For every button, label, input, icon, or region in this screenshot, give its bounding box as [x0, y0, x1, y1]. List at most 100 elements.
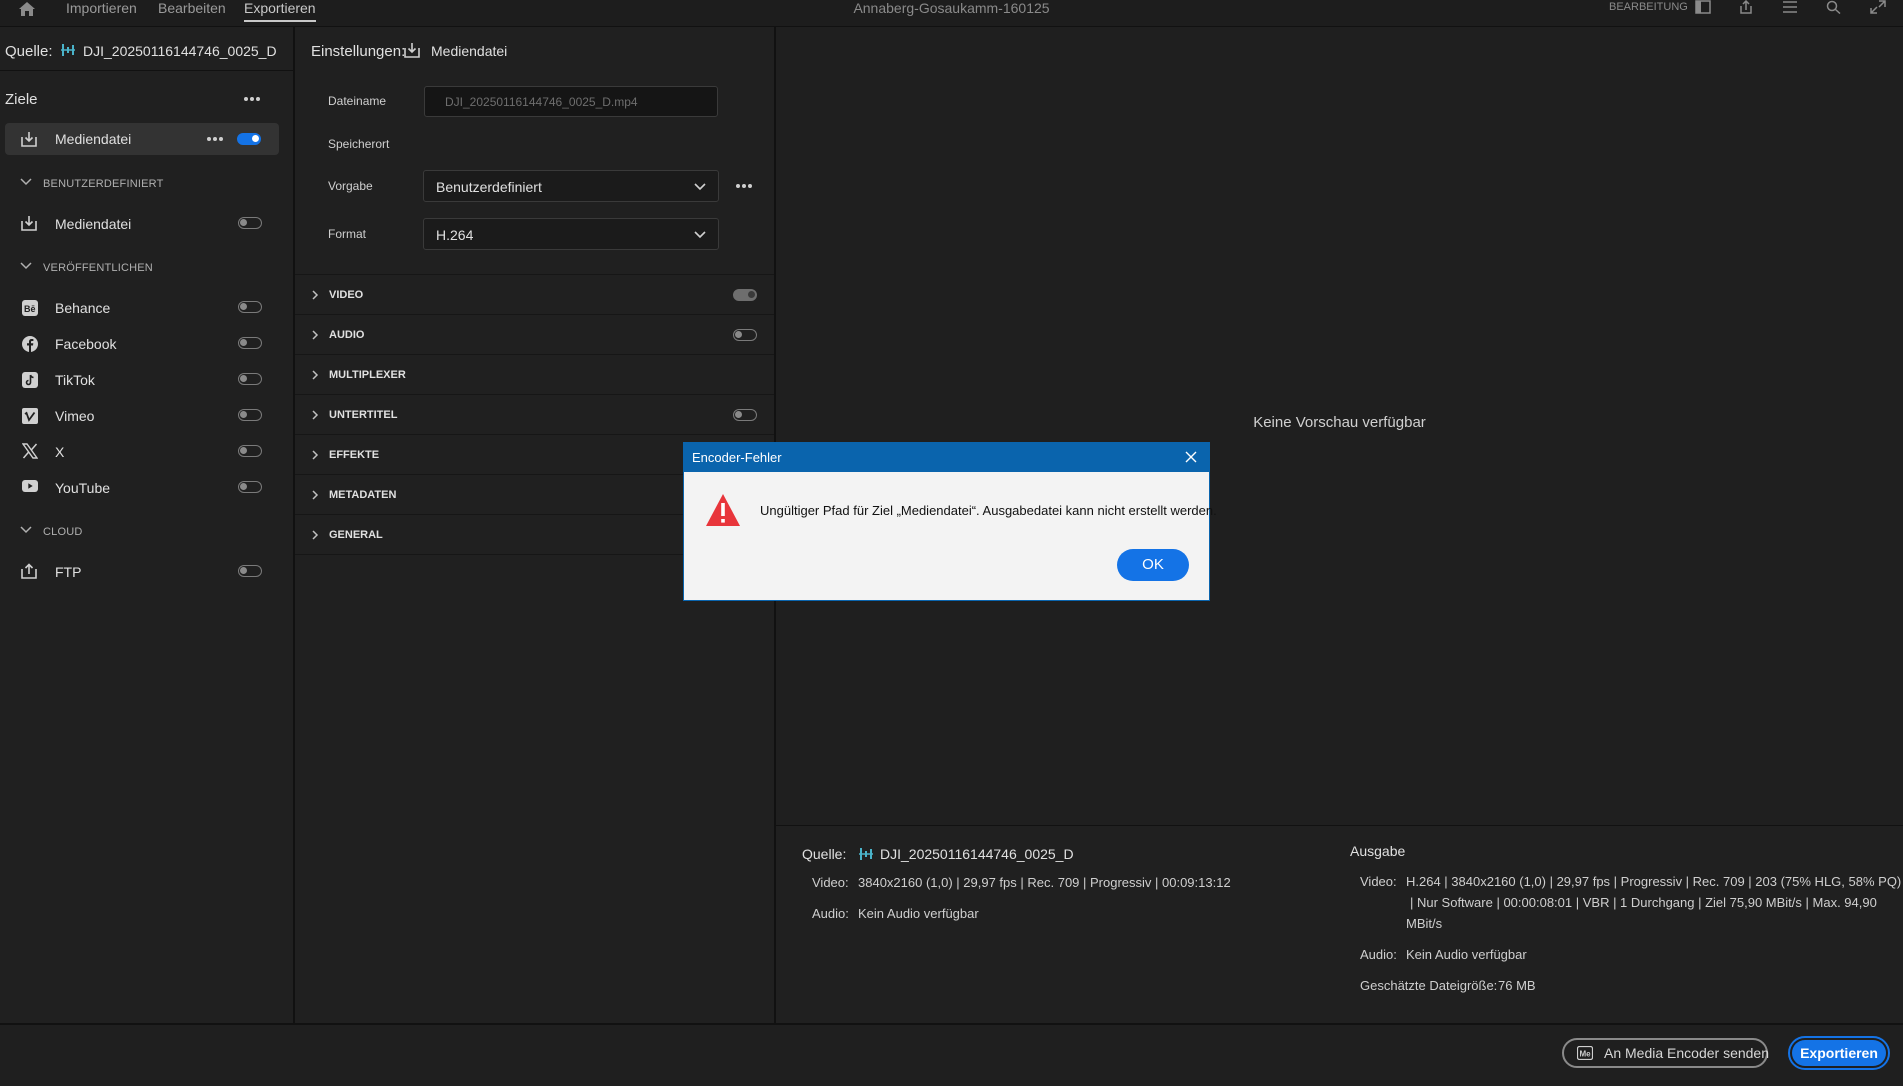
dialog-titlebar: Encoder-Fehler [684, 443, 1209, 472]
media-encoder-icon: Me [1577, 1046, 1593, 1060]
chevron-down-icon[interactable] [20, 262, 32, 272]
summary-source-video-label: Video: [812, 875, 849, 890]
encoder-error-dialog: Encoder-Fehler Ungültiger Pfad für Ziel … [683, 442, 1217, 601]
home-icon[interactable] [17, 0, 37, 16]
preview-area: Keine Vorschau verfügbar [776, 27, 1903, 825]
target-ftp-toggle[interactable] [238, 565, 262, 577]
active-target-toggle[interactable] [237, 133, 261, 145]
search-icon[interactable] [1826, 0, 1844, 16]
workspace-label[interactable]: BEARBEITUNG [1609, 1, 1688, 13]
footer-bar: Me An Media Encoder senden Exportieren [0, 1023, 1903, 1086]
filename-value: DJI_20250116144746_0025_D.mp4 [445, 95, 638, 109]
accordion-video-label: VIDEO [329, 289, 364, 301]
facebook-icon [22, 336, 38, 352]
dialog-title: Encoder-Fehler [692, 450, 782, 465]
ok-button[interactable]: OK [1117, 549, 1189, 581]
chevron-down-icon [694, 231, 706, 239]
untertitel-toggle[interactable] [733, 409, 757, 421]
sequence-icon [858, 846, 874, 862]
accordion-general-label: GENERAL [329, 529, 383, 541]
chevron-right-icon [311, 530, 319, 540]
tab-bearbeiten[interactable]: Bearbeiten [158, 0, 226, 26]
chevron-down-icon[interactable] [20, 178, 32, 188]
accordion-untertitel[interactable]: UNTERTITEL [295, 395, 774, 435]
accordion-multiplexer[interactable]: MULTIPLEXER [295, 355, 774, 395]
filename-field[interactable]: DJI_20250116144746_0025_D.mp4 [424, 86, 718, 117]
summary-size-value: 76 MB [1498, 978, 1536, 993]
filename-label: Dateiname [328, 94, 387, 108]
location-label: Speicherort [328, 137, 390, 151]
summary-source-audio-label: Audio: [812, 906, 849, 921]
target-facebook-toggle[interactable] [238, 337, 262, 349]
target-behance-toggle[interactable] [238, 301, 262, 313]
chevron-right-icon [311, 410, 319, 420]
download-icon [20, 215, 38, 231]
target-vimeo[interactable]: Vimeo [55, 408, 94, 424]
vimeo-icon [22, 408, 38, 424]
section-benutzerdefiniert[interactable]: BENUTZERDEFINIERT [43, 178, 164, 190]
preset-select[interactable]: Benutzerdefiniert [423, 170, 719, 202]
chevron-right-icon [311, 290, 319, 300]
format-label: Format [328, 227, 367, 241]
accordion-audio[interactable]: AUDIO [295, 315, 774, 355]
target-behance[interactable]: Behance [55, 300, 110, 316]
target-x-toggle[interactable] [238, 445, 262, 457]
tab-importieren[interactable]: Importieren [66, 0, 137, 26]
export-button-label: Exportieren [1792, 1040, 1886, 1066]
target-facebook[interactable]: Facebook [55, 336, 116, 352]
chevron-down-icon [694, 183, 706, 191]
download-icon [20, 131, 38, 147]
behance-icon: Bē [22, 300, 38, 316]
send-to-media-encoder-button[interactable]: Me An Media Encoder senden [1562, 1038, 1769, 1068]
summary-size-label: Geschätzte Dateigröße: [1360, 978, 1498, 993]
chevron-right-icon [311, 370, 319, 380]
audio-toggle[interactable] [733, 329, 757, 341]
section-cloud[interactable]: CLOUD [43, 526, 83, 538]
panel-icon[interactable] [1695, 0, 1713, 16]
target-tiktok-toggle[interactable] [238, 373, 262, 385]
close-icon[interactable] [1184, 450, 1198, 464]
summary-source-label: Quelle: [802, 846, 847, 862]
accordion-video[interactable]: VIDEO [295, 275, 774, 315]
accordion-metadaten-label: METADATEN [329, 489, 397, 501]
x-icon [22, 443, 38, 459]
target-ftp[interactable]: FTP [55, 564, 81, 580]
send-to-media-encoder-label: An Media Encoder senden [1604, 1045, 1769, 1061]
menu-icon[interactable] [1782, 0, 1800, 16]
svg-text:Bē: Bē [24, 304, 36, 314]
active-target-row[interactable]: Mediendatei [5, 123, 279, 155]
target-mediendatei[interactable]: Mediendatei [55, 216, 131, 232]
target-x[interactable]: X [55, 444, 64, 460]
dialog-message: Ungültiger Pfad für Ziel „Mediendatei“. … [760, 503, 1217, 518]
chevron-right-icon [311, 450, 319, 460]
accordion-multiplexer-label: MULTIPLEXER [329, 369, 406, 381]
video-toggle[interactable] [733, 289, 757, 301]
fullscreen-icon[interactable] [1870, 0, 1888, 16]
accordion-effekte-label: EFFEKTE [329, 449, 380, 461]
chevron-down-icon[interactable] [20, 526, 32, 536]
target-mediendatei-toggle[interactable] [238, 217, 262, 229]
tab-exportieren[interactable]: Exportieren [244, 0, 316, 22]
settings-target: Mediendatei [431, 43, 508, 59]
no-preview-text: Keine Vorschau verfügbar [1253, 414, 1426, 431]
section-veroeffentlichen[interactable]: VERÖFFENTLICHEN [43, 262, 153, 274]
more-icon[interactable] [243, 96, 261, 104]
target-youtube-toggle[interactable] [238, 481, 262, 493]
target-tiktok[interactable]: TikTok [55, 372, 95, 388]
accordion-audio-label: AUDIO [329, 329, 365, 341]
share-icon[interactable] [1738, 0, 1756, 16]
settings-label: Einstellungen: [311, 43, 406, 60]
summary-output-video-label: Video: [1360, 874, 1397, 889]
download-icon [403, 42, 421, 58]
warning-icon [705, 493, 741, 527]
export-button[interactable]: Exportieren [1788, 1036, 1890, 1070]
target-youtube[interactable]: YouTube [55, 480, 110, 496]
top-bar: Importieren Bearbeiten Exportieren Annab… [0, 0, 1903, 27]
summary-source-name: DJI_20250116144746_0025_D [880, 846, 1074, 862]
target-vimeo-toggle[interactable] [238, 409, 262, 421]
target-more-icon[interactable] [206, 136, 224, 142]
format-select[interactable]: H.264 [423, 218, 719, 250]
summary-output-video-line3: MBit/s [1406, 916, 1443, 931]
preset-more-icon[interactable] [735, 183, 753, 189]
targets-panel [0, 27, 295, 1023]
